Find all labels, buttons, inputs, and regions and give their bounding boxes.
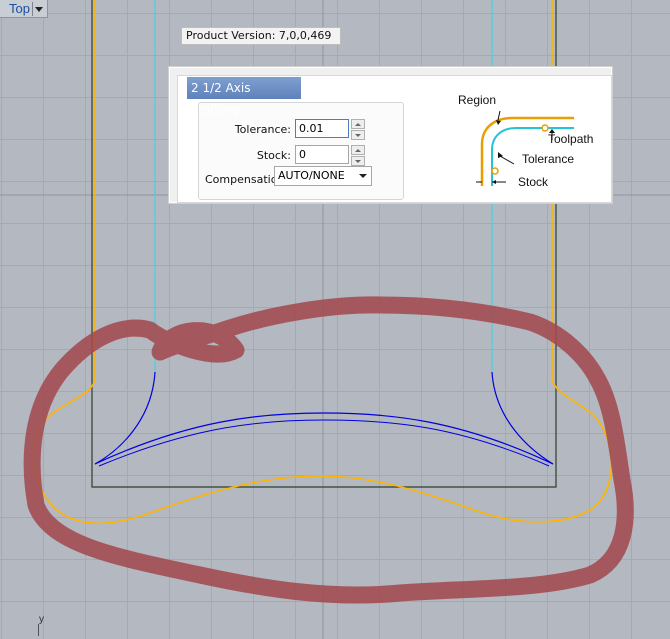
stepper-up-icon[interactable] — [351, 119, 365, 129]
chevron-down-icon[interactable] — [32, 2, 45, 16]
diagram-marker-upper — [541, 124, 549, 132]
product-version-tooltip: Product Version: 7,0,0,469 — [181, 27, 341, 45]
annotation-scribble — [23, 296, 634, 604]
diagram-label-stock: Stock — [518, 175, 549, 189]
diagram-label-tolerance: Tolerance — [522, 152, 575, 166]
axis-y-label: y — [39, 614, 44, 625]
stock-label: Stock: — [256, 149, 291, 162]
tolerance-arrow — [499, 155, 515, 165]
profiling-dialog: Tolerance: 0.01 Stock: 0 Compensation: A… — [168, 66, 613, 204]
axis-indicator — [38, 624, 39, 636]
viewport-title: Top — [9, 1, 30, 16]
stock-input[interactable]: 0 — [295, 145, 349, 164]
stepper-down-icon[interactable] — [351, 130, 365, 140]
diagram-label-region: Region — [458, 93, 497, 107]
chevron-down-icon[interactable] — [359, 174, 367, 178]
inner-arc-lower[interactable] — [98, 419, 550, 467]
inner-arc-upper[interactable] — [94, 412, 554, 465]
stepper-down-icon[interactable] — [351, 156, 365, 166]
offset-diagram: Region Toolpath Tolerance Stock — [448, 93, 608, 204]
dialog-title[interactable]: 2 1/2 Axis Profiling — [187, 77, 301, 117]
stock-stepper[interactable] — [351, 145, 365, 166]
diagram-label-toolpath: Toolpath — [548, 132, 594, 146]
viewport-title-menu[interactable]: Top — [0, 0, 48, 18]
diagram-marker-lower — [491, 167, 499, 175]
tolerance-input[interactable]: 0.01 — [295, 119, 349, 138]
compensation-select[interactable]: AUTO/NONE — [274, 166, 372, 186]
stepper-up-icon[interactable] — [351, 145, 365, 155]
inner-curve-left[interactable] — [94, 371, 156, 465]
tolerance-stepper[interactable] — [351, 119, 365, 140]
compensation-value: AUTO/NONE — [278, 169, 345, 182]
tolerance-label: Tolerance: — [234, 123, 291, 136]
